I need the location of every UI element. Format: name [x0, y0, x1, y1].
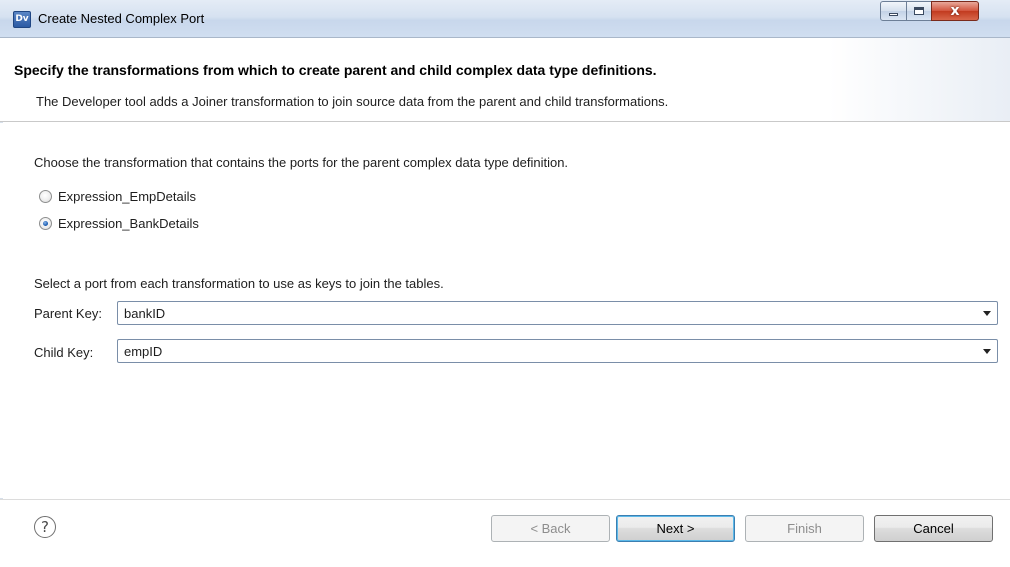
child-key-label: Child Key: [34, 345, 94, 360]
parent-key-label: Parent Key: [34, 306, 102, 321]
radio-expression-empdetails[interactable]: Expression_EmpDetails [39, 187, 196, 205]
radio-button[interactable] [39, 189, 52, 203]
page-title: Specify the transformations from which t… [14, 62, 657, 78]
child-key-select[interactable]: empID [117, 339, 998, 363]
parent-key-value: bankID [124, 306, 166, 321]
wizard-footer: ? < Back Next > Finish Cancel [0, 499, 1010, 567]
maximize-button[interactable] [906, 1, 932, 21]
radio-button-selected[interactable] [39, 216, 52, 230]
app-icon: Dv [13, 11, 31, 28]
close-button[interactable]: x [931, 1, 979, 21]
parent-key-select[interactable]: bankID [117, 301, 998, 325]
next-button[interactable]: Next > [616, 515, 735, 542]
join-keys-prompt: Select a port from each transformation t… [34, 276, 444, 291]
finish-button[interactable]: Finish [745, 515, 864, 542]
radio-label: Expression_EmpDetails [58, 188, 197, 204]
wizard-content: Choose the transformation that contains … [0, 123, 1010, 498]
parent-transformation-prompt: Choose the transformation that contains … [34, 155, 569, 170]
back-button[interactable]: < Back [491, 515, 610, 542]
page-description: The Developer tool adds a Joiner transfo… [36, 94, 669, 109]
radio-expression-bankdetails[interactable]: Expression_BankDetails [39, 214, 199, 232]
help-icon[interactable]: ? [34, 516, 56, 538]
minimize-button[interactable] [880, 1, 907, 21]
close-icon: x [950, 3, 960, 19]
minimize-icon [889, 13, 898, 16]
maximize-icon [914, 7, 924, 15]
radio-label: Expression_BankDetails [58, 215, 199, 231]
chevron-down-icon[interactable] [983, 349, 991, 354]
wizard-header: Specify the transformations from which t… [0, 38, 1010, 122]
child-key-value: empID [124, 344, 163, 359]
cancel-button[interactable]: Cancel [874, 515, 993, 542]
title-bar: Dv Create Nested Complex Port x [0, 0, 1010, 38]
window-title: Create Nested Complex Port [38, 11, 205, 26]
chevron-down-icon[interactable] [983, 311, 991, 316]
